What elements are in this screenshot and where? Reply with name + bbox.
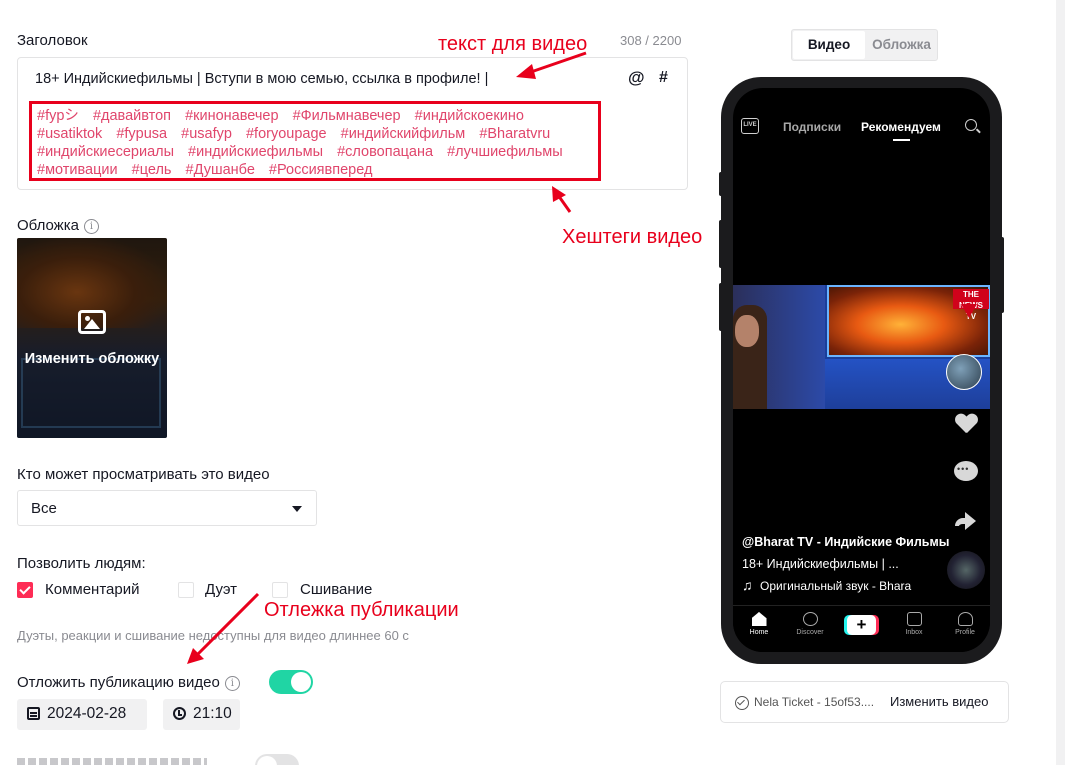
schedule-label: Отложить публикацию видео i (17, 674, 240, 691)
clock-icon (173, 707, 186, 720)
arrow-to-schedule-head (187, 648, 204, 664)
schedule-date: 2024-02-28 (47, 705, 127, 722)
tab-discover-label: Discover (796, 629, 824, 636)
creator-avatar (946, 354, 982, 390)
tab-profile: Profile (945, 612, 985, 636)
arrow-to-schedule (196, 592, 260, 656)
comment-icon (954, 461, 978, 481)
phone-tab-bar: Home Discover + Inbox Profile (733, 605, 990, 652)
heart-icon (955, 414, 977, 434)
uploaded-file-name: Nela Ticket - 15of53.... (754, 695, 875, 709)
tab-home-label: Home (749, 629, 769, 636)
duet-checkbox-label[interactable]: Дуэт (205, 581, 237, 598)
tab-discover: Discover (790, 612, 830, 636)
home-icon (751, 612, 767, 626)
stitch-checkbox-label[interactable]: Сшивание (300, 581, 372, 598)
compass-icon (802, 612, 818, 626)
caption-label: Заголовок (17, 32, 88, 49)
profile-icon (957, 612, 973, 626)
cutoff-setting-toggle[interactable] (255, 754, 299, 765)
search-icon (965, 119, 977, 131)
cover-label-text: Обложка (17, 217, 79, 234)
annotation-video-text: текст для видео (438, 33, 588, 55)
image-icon (78, 310, 106, 334)
change-cover-label: Изменить обложку (24, 351, 160, 367)
feed-tab-indicator (893, 139, 910, 141)
annotation-video-hashtags: Хештеги видео (562, 226, 703, 248)
cutoff-setting-label (17, 754, 207, 765)
annotation-delay-publication: Отлежка публикации (264, 599, 459, 621)
feed-tab-following: Подписки (783, 120, 842, 134)
share-icon-tail (955, 518, 967, 526)
stitch-checkbox[interactable] (272, 582, 288, 598)
cover-label: Обложка i (17, 217, 99, 234)
preview-sound-text: Оригинальный звук - Bhara (760, 579, 912, 593)
page-scrollbar-track[interactable] (1056, 0, 1065, 765)
video-presenter-face (735, 315, 759, 347)
schedule-time: 21:10 (193, 705, 232, 722)
char-counter: 308 / 2200 (620, 33, 682, 48)
tab-video[interactable]: Видео (793, 31, 865, 59)
allow-label: Позволить людям: (17, 555, 146, 572)
duet-checkbox[interactable] (178, 582, 194, 598)
video-frame: THE NEWS TV (733, 285, 990, 409)
tab-home: Home (739, 612, 779, 636)
feed-top-nav: LIVE Подписки Рекомендуем (733, 118, 990, 141)
check-circle-icon (735, 696, 749, 710)
phone-screen: LIVE Подписки Рекомендуем THE NEWS TV @B… (733, 88, 990, 652)
preview-sound: ♫ Оригинальный звук - Bhara (742, 577, 911, 593)
feed-tab-for-you: Рекомендуем (861, 120, 941, 134)
chevron-down-icon (292, 506, 302, 512)
info-icon[interactable]: i (224, 676, 240, 691)
duet-restriction-note: Дуэты, реакции и сшивание недоступны для… (17, 628, 409, 643)
cover-overlay (17, 238, 167, 438)
schedule-toggle[interactable] (269, 670, 313, 694)
music-note-icon: ♫ (742, 577, 753, 593)
schedule-label-text: Отложить публикацию видео (17, 674, 220, 691)
hashtag-highlight-box (29, 101, 601, 181)
caption-text[interactable]: 18+ Индийскиефильмы | Вступи в мою семью… (35, 71, 488, 87)
tab-inbox-label: Inbox (905, 629, 923, 636)
mention-button[interactable]: @ (628, 68, 645, 88)
uploaded-file-card: Nela Ticket - 15of53.... Изменить видео (720, 681, 1009, 723)
tab-profile-label: Profile (955, 629, 975, 636)
create-button: + (847, 615, 876, 635)
change-video-button[interactable]: Изменить видео (890, 694, 988, 709)
preview-caption: 18+ Индийскиефильмы | ... (742, 557, 899, 571)
privacy-select[interactable]: Все (17, 490, 317, 526)
comment-checkbox[interactable] (17, 582, 33, 598)
live-icon: LIVE (741, 118, 759, 134)
change-cover-button[interactable]: Изменить обложку (17, 238, 167, 438)
privacy-value: Все (31, 500, 57, 517)
time-picker[interactable]: 21:10 (163, 699, 240, 730)
arrow-to-hashtags (556, 194, 572, 213)
inbox-icon (906, 612, 922, 626)
preview-tab-switch: Видео Обложка (791, 29, 938, 61)
preview-username: @Bharat TV - Индийские Фильмы (742, 535, 950, 549)
tab-cover[interactable]: Обложка (866, 31, 937, 59)
date-picker[interactable]: 2024-02-28 (17, 699, 147, 730)
hashtag-button[interactable]: # (659, 69, 668, 87)
music-disc-icon (947, 551, 985, 589)
privacy-label: Кто может просматривать это видео (17, 466, 270, 483)
tab-inbox: Inbox (894, 612, 934, 636)
info-icon[interactable]: i (83, 219, 99, 234)
calendar-icon (27, 707, 40, 720)
phone-preview: LIVE Подписки Рекомендуем THE NEWS TV @B… (721, 77, 1002, 664)
comment-checkbox-label[interactable]: Комментарий (45, 581, 139, 598)
